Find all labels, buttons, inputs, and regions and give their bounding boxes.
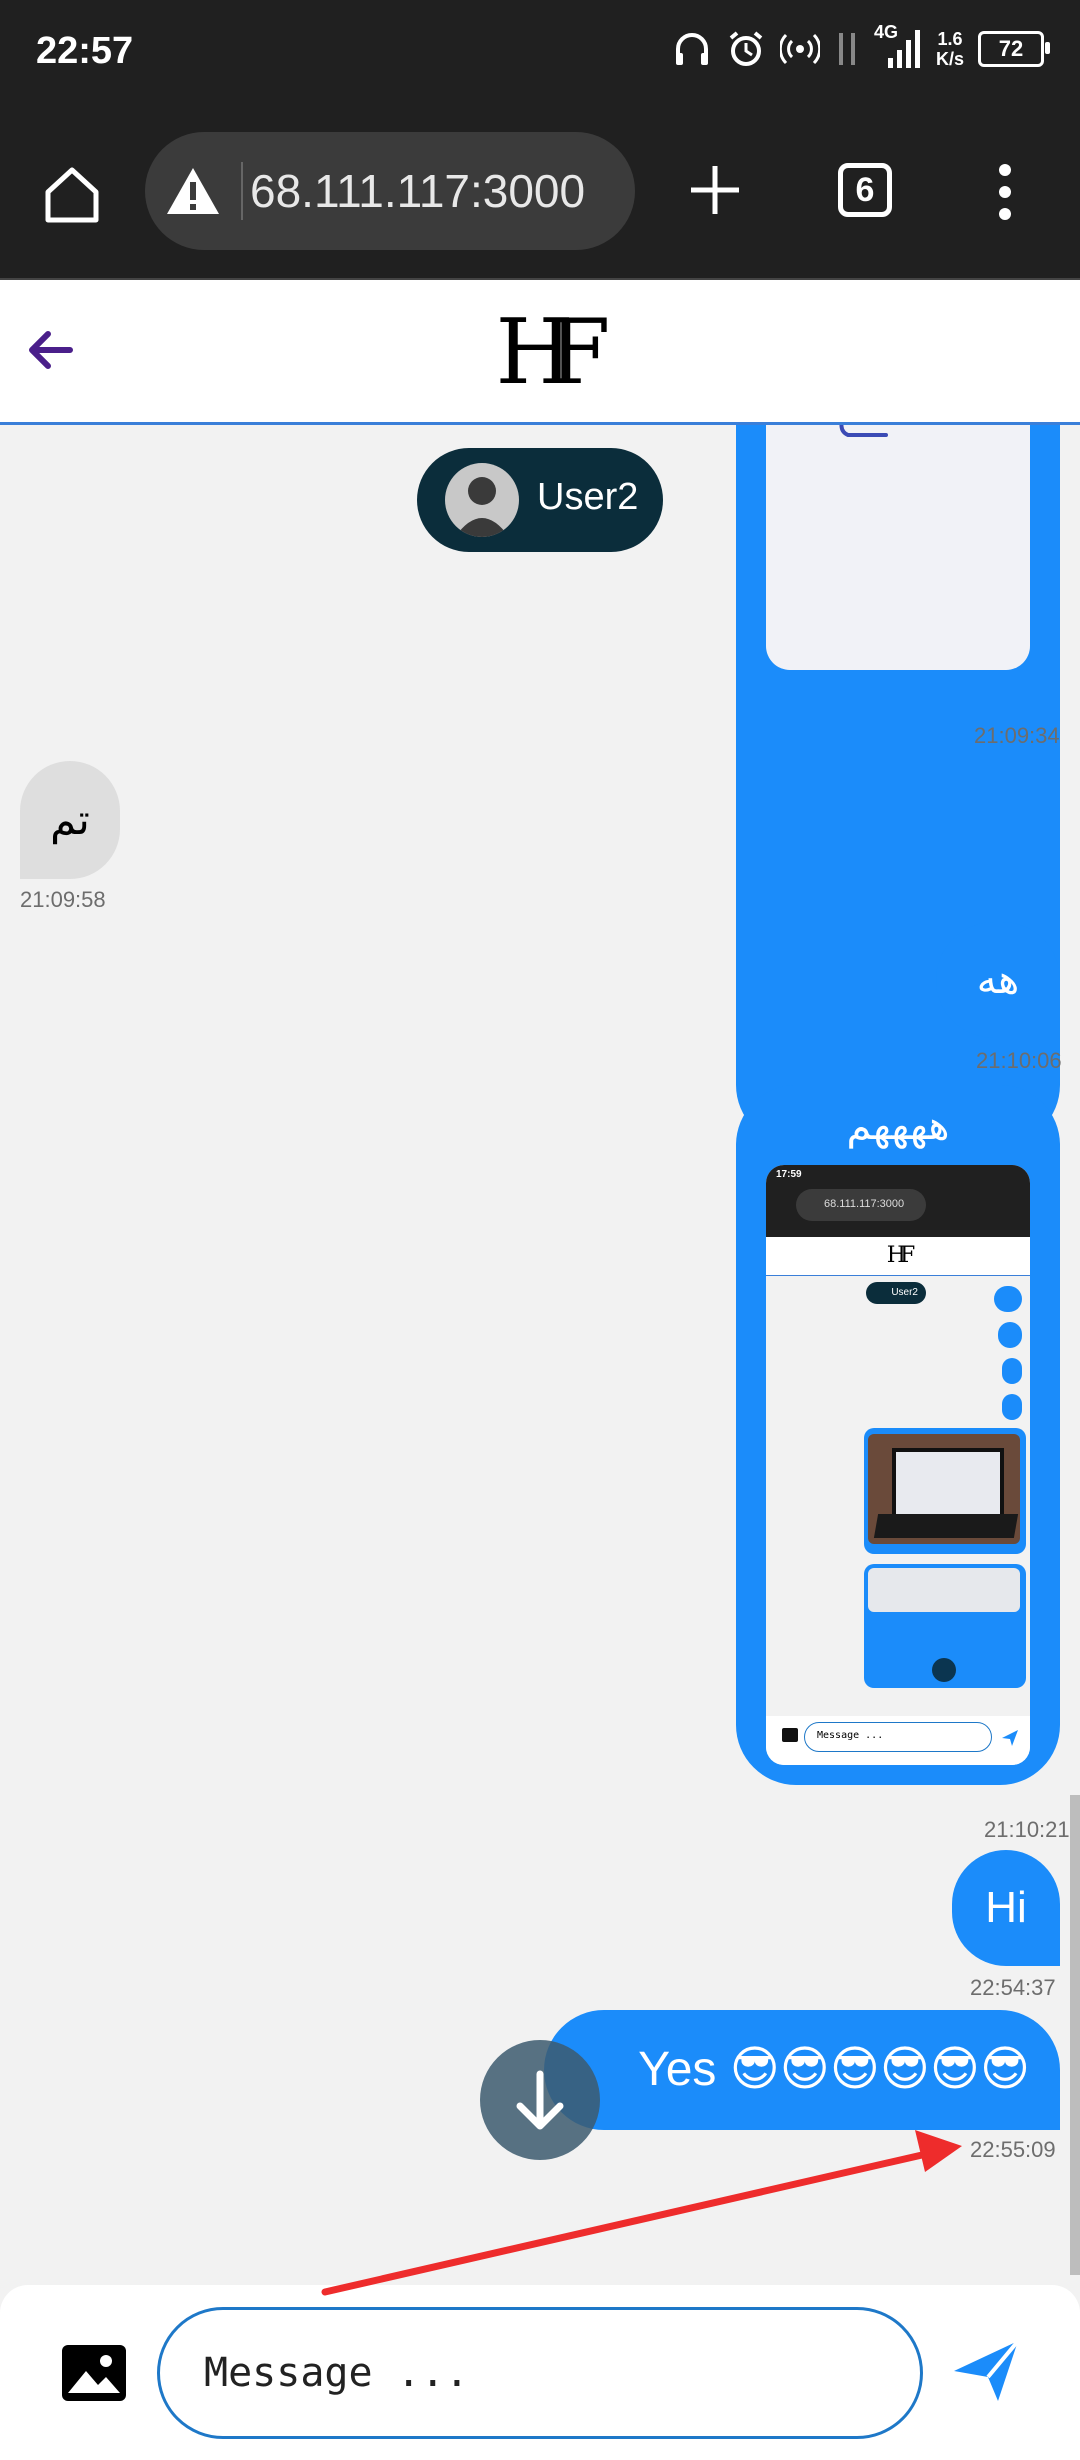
nested-address-bar: 68.111.117:3000 — [796, 1189, 926, 1221]
image-caption: ههههم — [846, 1103, 950, 1149]
new-tab-icon[interactable] — [685, 160, 745, 220]
user-chip[interactable]: User2 — [417, 448, 663, 552]
message-timestamp: 22:55:09 — [970, 2137, 1056, 2162]
address-bar[interactable]: 68.111.117:3000 — [145, 132, 635, 250]
nested-image-message — [864, 1564, 1026, 1688]
outgoing-message[interactable]: هه — [936, 922, 1060, 1038]
nested-screenshot-image[interactable]: 17:59 68.111.117:3000 HF User2 Message .… — [766, 1165, 1030, 1765]
incoming-message[interactable]: تم — [20, 761, 120, 879]
nested-url: 68.111.117:3000 — [824, 1198, 905, 1210]
nested-bubble — [1002, 1358, 1022, 1384]
message-timestamp: 21:10:21 — [984, 1817, 1070, 1842]
message-timestamp: 22:54:37 — [970, 1975, 1056, 2000]
scroll-to-bottom-button[interactable] — [480, 2040, 600, 2160]
net-speed: 1.6 K/s — [935, 29, 964, 69]
message-timestamp: 21:09:58 — [20, 887, 106, 912]
hotspot-icon — [779, 33, 820, 65]
more-menu-icon[interactable] — [990, 162, 1020, 222]
tab-switcher-button[interactable]: 6 — [838, 163, 892, 217]
nested-header: HF — [766, 1237, 1030, 1276]
signal-icon: 4G — [874, 22, 922, 70]
message-image[interactable] — [766, 425, 1030, 670]
alarm-icon — [729, 31, 763, 66]
browser-toolbar: 68.111.117:3000 6 — [0, 110, 1080, 280]
home-icon[interactable] — [40, 162, 104, 226]
user-name: User2 — [537, 476, 639, 518]
avatar — [445, 463, 519, 537]
drawing-stroke — [839, 425, 888, 437]
data-arrows-icon — [838, 33, 855, 65]
nested-bubble — [1002, 1394, 1022, 1420]
status-icons: 4G 1.6 K/s 72 — [672, 22, 1050, 70]
warning-icon[interactable] — [165, 166, 221, 216]
nested-browser-bar: 17:59 68.111.117:3000 — [766, 1165, 1030, 1237]
nested-input: Message ... — [804, 1722, 992, 1752]
outgoing-message[interactable]: Yes 😎😎😎😎😎😎 — [544, 2010, 1060, 2130]
battery-indicator: 72 — [978, 31, 1050, 67]
nested-image-message — [864, 1428, 1026, 1554]
status-bar: 22:57 4G 1.6 K/s 72 — [0, 0, 1080, 110]
nested-logo: HF — [886, 1243, 915, 1268]
compose-bar: Message ... — [0, 2285, 1080, 2460]
chat-area[interactable]: 21:09:34 User2 تم 21:09:58 هه 21:10:06 ه… — [0, 425, 1080, 2275]
message-input[interactable]: Message ... — [157, 2307, 923, 2439]
image-icon[interactable] — [62, 2345, 126, 2401]
url-divider — [241, 162, 243, 220]
app-logo: HF — [495, 300, 611, 405]
message-timestamp: 21:10:06 — [976, 1048, 1062, 1073]
app-header: HF — [0, 280, 1080, 425]
arrow-down-icon — [516, 2070, 564, 2130]
nested-time: 17:59 — [776, 1169, 802, 1180]
message-timestamp: 21:09:34 — [974, 723, 1060, 748]
nested-user-chip: User2 — [866, 1282, 926, 1304]
scrollbar[interactable] — [1070, 1795, 1080, 2275]
status-time: 22:57 — [36, 30, 134, 72]
nested-bubble — [994, 1286, 1022, 1312]
nested-bubble — [998, 1322, 1022, 1348]
outgoing-message[interactable]: Hi — [952, 1850, 1060, 1966]
headphones-icon — [675, 33, 708, 65]
send-icon[interactable] — [950, 2335, 1022, 2407]
nested-chat: User2 — [766, 1276, 1030, 1716]
url-text[interactable]: 68.111.117:3000 — [250, 164, 585, 218]
nested-compose: Message ... — [766, 1716, 1030, 1765]
